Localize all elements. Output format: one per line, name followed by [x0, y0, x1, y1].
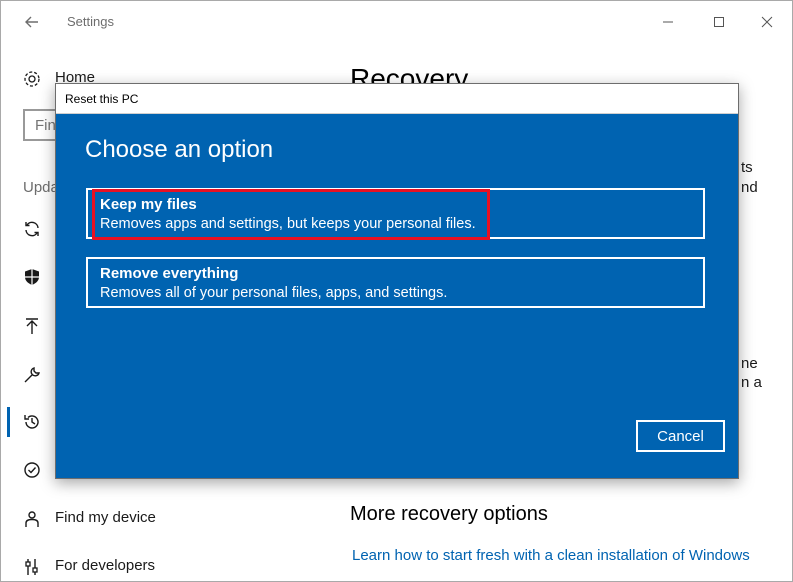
maximize-icon [714, 17, 724, 27]
sidebar-item-label: For developers [55, 557, 156, 574]
sidebar-item-for-developers[interactable]: For developers [1, 547, 321, 582]
option-title: Keep my files [100, 196, 197, 213]
option-description: Removes apps and settings, but keeps you… [100, 216, 476, 232]
history-icon [23, 413, 41, 431]
clean-install-link[interactable]: Learn how to start fresh with a clean in… [352, 547, 750, 564]
minimize-icon [663, 21, 673, 23]
minimize-button[interactable] [653, 9, 683, 35]
back-arrow-icon [25, 16, 38, 28]
maximize-button[interactable] [704, 9, 734, 35]
upload-icon [23, 317, 41, 335]
sidebar-item-find-my-device[interactable]: Find my device [1, 499, 321, 539]
title-bar: Settings [1, 1, 792, 43]
close-button[interactable] [752, 9, 782, 35]
close-icon [761, 16, 773, 28]
window-title: Settings [67, 14, 114, 29]
more-recovery-options-heading: More recovery options [350, 503, 548, 525]
person-icon [23, 510, 41, 528]
dialog-window-title: Reset this PC [65, 92, 139, 106]
remove-everything-option[interactable]: Remove everything Removes all of your pe… [86, 257, 705, 308]
option-title: Remove everything [100, 265, 239, 282]
sidebar-item-label: Find my device [55, 509, 156, 526]
main-text-fragment: nd [741, 179, 758, 196]
dialog-title-bar: Reset this PC [56, 84, 738, 114]
wrench-icon [23, 366, 41, 384]
sidebar-section-header: Upda [23, 179, 59, 196]
keep-my-files-option[interactable]: Keep my files Removes apps and settings,… [86, 188, 705, 239]
back-button[interactable] [21, 11, 43, 33]
shield-icon [23, 268, 41, 286]
sync-icon [23, 220, 41, 238]
gear-icon [23, 70, 41, 88]
main-text-fragment: n a [741, 374, 762, 391]
cancel-button[interactable]: Cancel [636, 420, 725, 452]
dialog-heading: Choose an option [85, 136, 274, 163]
reset-pc-dialog: Reset this PC Choose an option Keep my f… [55, 83, 739, 479]
option-description: Removes all of your personal files, apps… [100, 285, 448, 301]
main-text-fragment: ne [741, 355, 758, 372]
sliders-icon [23, 558, 41, 576]
main-text-fragment: ts [741, 159, 753, 176]
check-circle-icon [23, 461, 41, 479]
